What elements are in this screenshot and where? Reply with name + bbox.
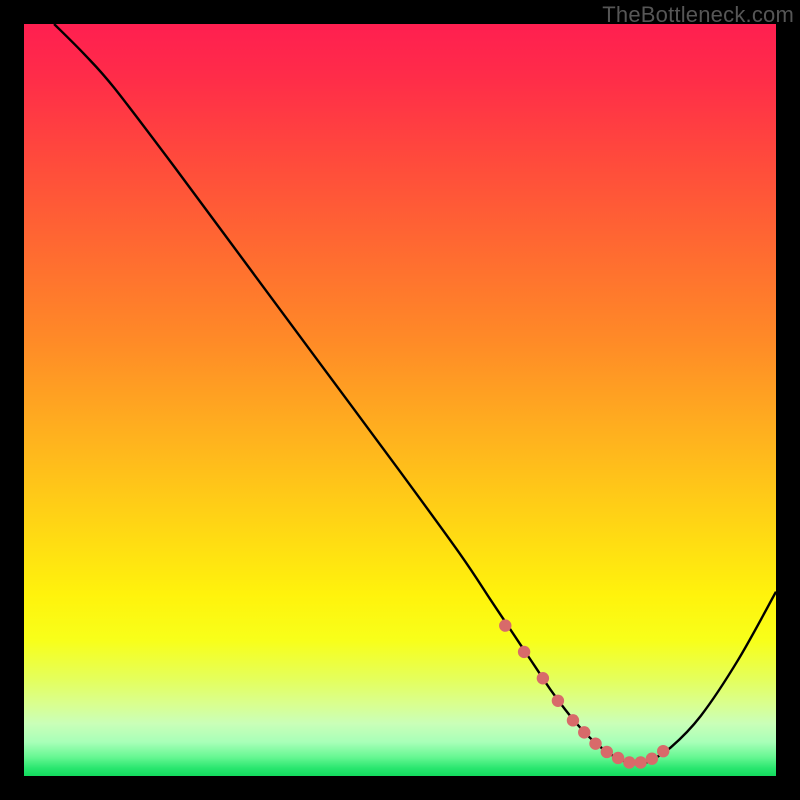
- valley-marker: [646, 753, 658, 765]
- valley-marker: [623, 756, 635, 768]
- valley-marker: [499, 619, 511, 631]
- valley-marker: [612, 752, 624, 764]
- bottleneck-chart: [0, 0, 800, 800]
- gradient-field: [24, 24, 776, 776]
- valley-marker: [601, 746, 613, 758]
- valley-marker: [552, 695, 564, 707]
- valley-marker: [518, 646, 530, 658]
- valley-marker: [657, 745, 669, 757]
- valley-marker: [567, 714, 579, 726]
- credit-label: TheBottleneck.com: [602, 2, 794, 28]
- valley-marker: [634, 756, 646, 768]
- chart-container: TheBottleneck.com: [0, 0, 800, 800]
- valley-marker: [537, 672, 549, 684]
- valley-marker: [578, 726, 590, 738]
- valley-marker: [589, 737, 601, 749]
